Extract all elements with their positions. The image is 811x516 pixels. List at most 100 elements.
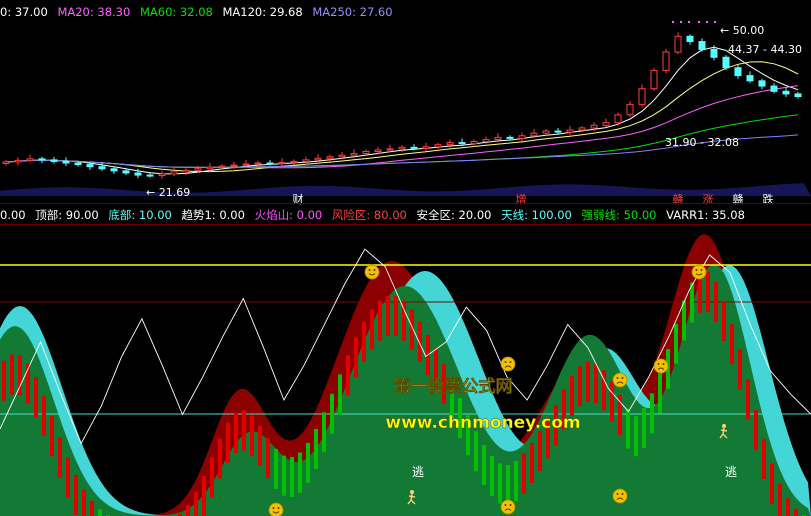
trend-bar xyxy=(762,438,766,479)
trend-bar xyxy=(186,504,190,516)
candle-body xyxy=(38,158,46,161)
trend-bar xyxy=(82,489,86,516)
ind-value-antenna: 天线: 100.00 xyxy=(501,208,572,222)
trend-bar xyxy=(242,410,246,451)
trend-bar xyxy=(522,453,526,494)
trend-bar xyxy=(42,395,46,436)
candle-body xyxy=(446,142,454,146)
trend-bar xyxy=(626,408,630,449)
candle-body xyxy=(734,67,742,77)
trend-bar xyxy=(322,412,326,453)
trend-bar xyxy=(74,475,78,516)
candle-body xyxy=(170,171,178,175)
trend-bar xyxy=(210,457,214,498)
face-disc xyxy=(612,372,628,388)
signal-dot xyxy=(680,21,682,23)
trend-bar xyxy=(90,500,94,516)
candle-body xyxy=(614,114,622,124)
face-eye xyxy=(621,377,624,379)
price-high-label: ← 50.00 xyxy=(720,24,764,37)
ma20-line xyxy=(5,85,799,169)
trend-bar xyxy=(714,282,718,323)
trend-bar xyxy=(234,412,238,453)
header-ma250-value: MA250: 27.60 xyxy=(312,5,393,19)
header-ma60-value: MA60: 32.08 xyxy=(139,5,213,19)
sad-face-icon xyxy=(612,372,628,388)
face-disc xyxy=(691,264,707,280)
escape-signal-label: 逃 xyxy=(412,465,424,479)
signal-dot xyxy=(714,21,716,23)
trend-bar xyxy=(482,445,486,486)
candle-body xyxy=(218,165,226,168)
trend-bar xyxy=(98,509,102,516)
face-disc xyxy=(268,502,284,516)
face-disc xyxy=(500,356,516,372)
signal-dot xyxy=(672,21,674,23)
trend-bar xyxy=(586,361,590,402)
ma5-line xyxy=(5,46,799,175)
candle-body xyxy=(470,141,478,145)
candle-body xyxy=(626,103,634,116)
trend-bar xyxy=(306,442,310,483)
face-disc xyxy=(612,488,628,504)
trend-bar xyxy=(474,431,478,472)
ind-value-risk: 风险区: 80.00 xyxy=(331,208,407,222)
candle-body xyxy=(518,135,526,139)
trend-bar xyxy=(570,375,574,416)
face-eye xyxy=(509,361,512,363)
trend-bar xyxy=(722,300,726,341)
trend-bar xyxy=(66,457,70,498)
face-disc xyxy=(653,358,669,374)
indicator-panel-header: 0.00 顶部: 90.00 底部: 10.00 趋势1: 0.00 火焰山: … xyxy=(0,207,751,223)
volume-band xyxy=(0,183,811,196)
candle-body xyxy=(758,80,766,87)
trend-bar xyxy=(378,300,382,341)
candle-body xyxy=(770,85,778,92)
candle-body xyxy=(422,146,430,149)
trend-bar xyxy=(514,460,518,501)
smile-face-icon xyxy=(364,264,380,280)
trend-bar xyxy=(754,410,758,451)
candle-body xyxy=(98,166,106,170)
candle-body xyxy=(254,162,262,165)
trend-bar xyxy=(58,437,62,478)
watermark-title: 第一股票公式网 xyxy=(394,376,513,397)
ind-value-flame: 火焰山: 0.00 xyxy=(254,208,323,222)
sad-face-icon xyxy=(612,488,628,504)
trend-bar xyxy=(634,416,638,457)
trend-bar xyxy=(706,272,710,313)
candle-body xyxy=(86,164,94,168)
trend-bar xyxy=(682,300,686,341)
trend-bar xyxy=(498,463,502,504)
trend-bar xyxy=(290,456,294,497)
candle-body xyxy=(638,88,646,105)
candle-body xyxy=(50,159,58,162)
trend-bar xyxy=(354,337,358,378)
candle-body xyxy=(530,132,538,137)
sad-face-icon xyxy=(500,356,516,372)
candle-body xyxy=(182,169,190,173)
trend-bar xyxy=(530,443,534,484)
trend-bar xyxy=(330,393,334,434)
trend-bar xyxy=(594,363,598,404)
ind-value-trend: 趋势1: 0.00 xyxy=(181,208,245,222)
candle-body xyxy=(482,138,490,143)
trend-bar xyxy=(266,438,270,479)
escape-signal-label: 逃 xyxy=(725,465,737,479)
candle-body xyxy=(434,144,442,148)
candle-body xyxy=(62,160,70,164)
header-ma20-value: MA20: 38.30 xyxy=(57,5,131,19)
candle-body xyxy=(566,129,574,133)
trend-bar xyxy=(258,425,262,466)
trend-bar xyxy=(642,408,646,449)
runner-head xyxy=(410,490,414,494)
panel-divider-top xyxy=(0,203,811,204)
trend-bar xyxy=(2,360,6,401)
candle-body xyxy=(350,153,358,156)
event-label: 涨 xyxy=(703,193,714,206)
face-eye xyxy=(277,507,280,509)
face-eye xyxy=(700,269,703,271)
candle-body xyxy=(698,41,706,50)
trend-bar xyxy=(786,498,790,516)
candle-body xyxy=(290,160,298,163)
